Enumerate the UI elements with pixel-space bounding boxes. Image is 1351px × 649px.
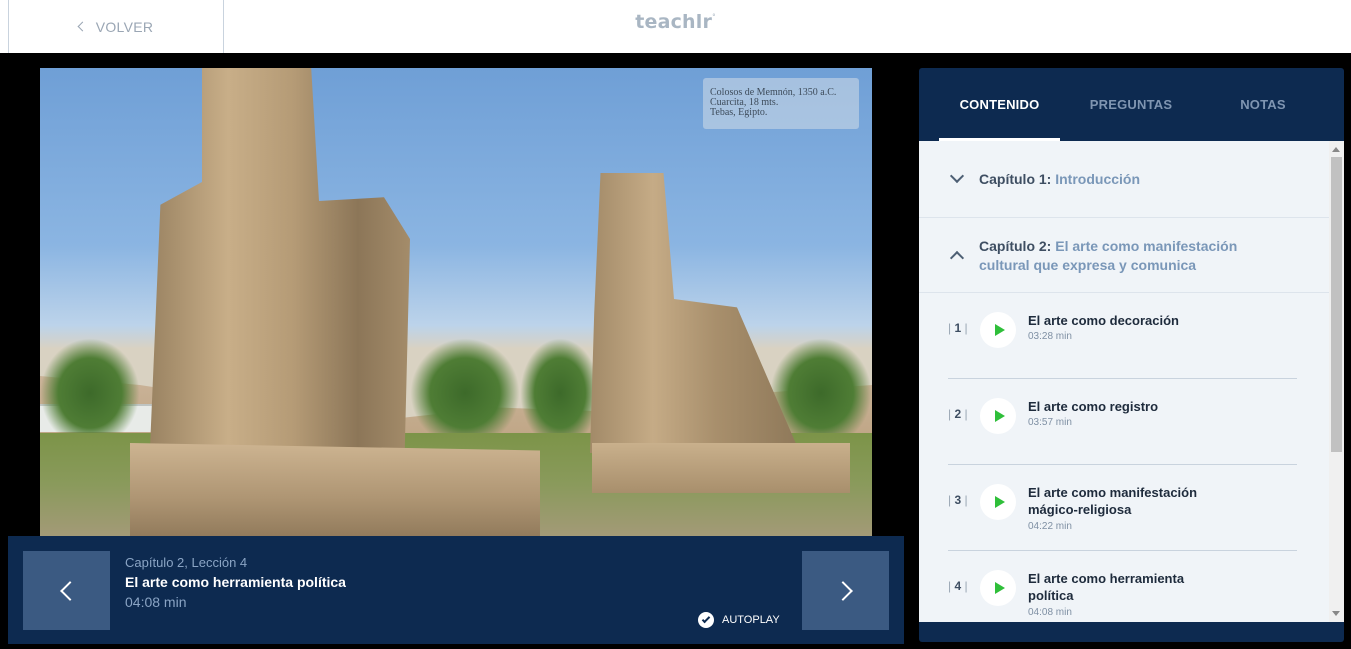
lesson-title: El arte como manifestación mágico-religi… (1028, 485, 1198, 517)
video-trees (520, 338, 600, 448)
chapter-1-toggle[interactable]: Capítulo 1: Introducción (919, 141, 1329, 218)
chapter-name: Introducción (1055, 171, 1141, 187)
content-panel: Capítulo 1: Introducción Capítulo 2: El … (919, 141, 1344, 622)
autoplay-toggle[interactable]: AUTOPLAY (698, 612, 780, 628)
scrollbar[interactable] (1329, 141, 1344, 622)
current-lesson-duration: 04:08 min (125, 594, 187, 610)
scroll-down-arrow-icon[interactable] (1332, 611, 1340, 616)
chapter-prefix: Capítulo 1: (979, 171, 1052, 187)
play-icon[interactable] (980, 312, 1016, 348)
current-lesson-chapter: Capítulo 2, Lección 4 (125, 555, 248, 570)
video-trees (40, 338, 140, 448)
lesson-item-1[interactable]: | 1 | El arte como decoración 03:28 min (948, 293, 1297, 379)
scroll-up-arrow-icon[interactable] (1332, 147, 1340, 152)
video-statue-right-base (592, 443, 850, 493)
current-lesson-title: El arte como herramienta política (125, 574, 346, 590)
lesson-index: | 2 | (948, 407, 968, 421)
lesson-duration: 04:22 min (1028, 521, 1072, 532)
logo: teachlr° (0, 11, 1351, 33)
tab-preguntas[interactable]: PREGUNTAS (1067, 68, 1195, 141)
video-statue-left (150, 68, 410, 448)
play-icon[interactable] (980, 570, 1016, 606)
chevron-left-icon (59, 580, 80, 601)
logo-text: teachlr (635, 11, 713, 33)
lesson-index: | 4 | (948, 579, 968, 593)
chapter-prefix: Capítulo 2: (979, 238, 1052, 254)
top-bar: VOLVER teachlr° (0, 0, 1351, 53)
lesson-item-4[interactable]: | 4 | El arte como herramienta política … (948, 551, 1297, 622)
play-icon[interactable] (980, 398, 1016, 434)
lesson-item-2[interactable]: | 2 | El arte como registro 03:57 min (948, 379, 1297, 465)
lesson-duration: 03:28 min (1028, 331, 1072, 342)
chapter-1-title: Capítulo 1: Introducción (979, 170, 1269, 189)
lesson-title: El arte como registro (1028, 399, 1159, 414)
lesson-duration: 04:08 min (1028, 607, 1072, 618)
tab-contenido[interactable]: CONTENIDO (939, 68, 1060, 141)
next-lesson-button[interactable] (802, 551, 889, 630)
scrollbar-thumb[interactable] (1331, 157, 1342, 452)
tab-notas[interactable]: NOTAS (1209, 68, 1317, 141)
chevron-up-icon (949, 250, 965, 266)
play-icon[interactable] (980, 484, 1016, 520)
chapter-2-toggle[interactable]: Capítulo 2: El arte como manifestación c… (919, 218, 1329, 293)
video-trees (410, 338, 520, 448)
autoplay-label: AUTOPLAY (722, 614, 780, 626)
chapter-2-title: Capítulo 2: El arte como manifestación c… (979, 237, 1269, 275)
lesson-title: El arte como herramienta política (1028, 571, 1185, 603)
caption-line: Tebas, Egipto. (710, 107, 768, 118)
previous-lesson-button[interactable] (23, 551, 110, 630)
chevron-right-icon (832, 580, 853, 601)
lesson-index: | 3 | (948, 493, 968, 507)
video-player[interactable]: Colosos de Memnón, 1350 a.C. Cuarcita, 1… (40, 68, 872, 536)
check-icon (698, 612, 714, 628)
video-statue-right (590, 173, 800, 453)
chevron-down-icon (949, 168, 965, 184)
sidebar-tabs: CONTENIDO PREGUNTAS NOTAS (919, 68, 1344, 141)
video-statue-left-base (130, 443, 540, 536)
lesson-item-3[interactable]: | 3 | El arte como manifestación mágico-… (948, 465, 1297, 551)
course-sidebar: CONTENIDO PREGUNTAS NOTAS Capítulo 1: In… (919, 68, 1344, 642)
lesson-bar: Capítulo 2, Lección 4 El arte como herra… (8, 536, 904, 644)
video-caption: Colosos de Memnón, 1350 a.C. Cuarcita, 1… (703, 78, 859, 129)
logo-mark: ° (712, 13, 716, 21)
lesson-duration: 03:57 min (1028, 417, 1072, 428)
current-lesson-info: Capítulo 2, Lección 4 El arte como herra… (125, 555, 346, 610)
lesson-index: | 1 | (948, 321, 968, 335)
lesson-title: El arte como decoración (1028, 313, 1179, 328)
